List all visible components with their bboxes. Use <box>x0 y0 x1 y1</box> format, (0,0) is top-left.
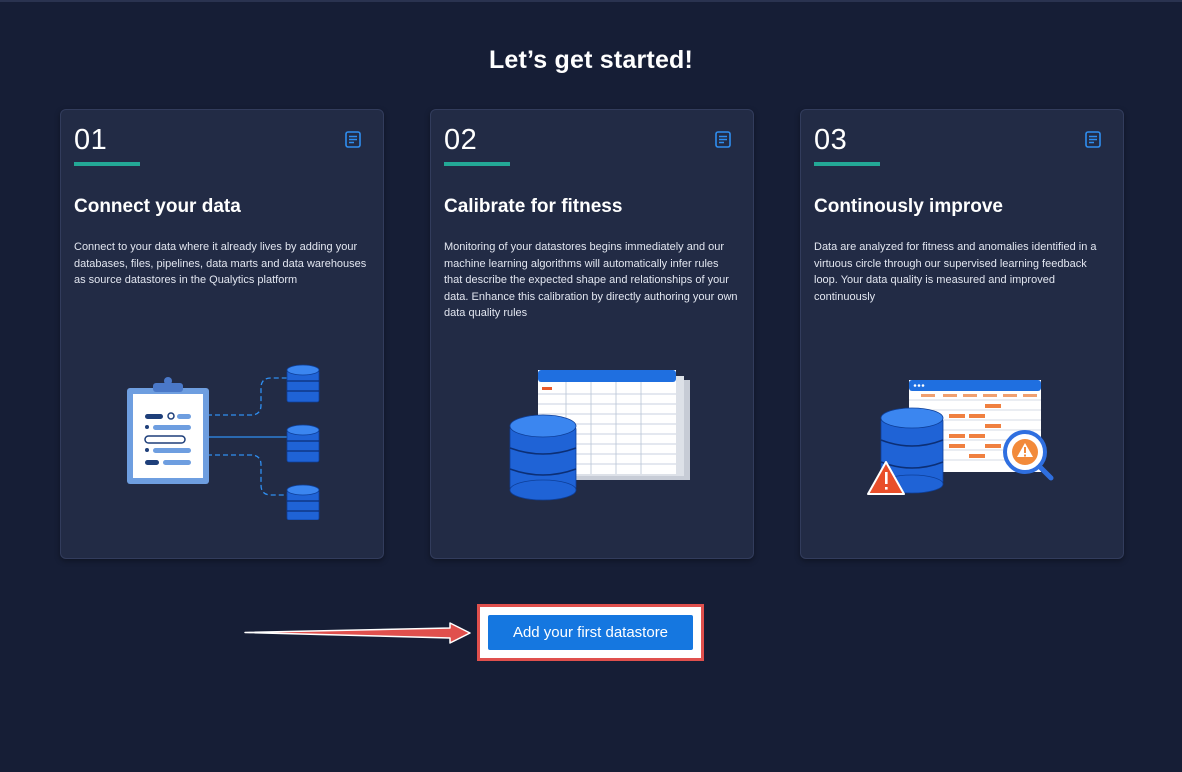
step-card-connect: 01 Connect your data Connect to your dat… <box>60 109 384 559</box>
step-heading: Connect your data <box>74 196 241 217</box>
step-heading: Continously improve <box>814 196 1003 217</box>
clipboard-databases-illustration <box>127 364 320 520</box>
step-card-improve: 03 Continously improve Data are analyzed… <box>800 109 1124 559</box>
page-title: Let’s get started! <box>488 46 694 74</box>
database-spreadsheet-illustration <box>509 370 690 501</box>
top-divider <box>0 0 1182 2</box>
step-description: Data are analyzed for fitness and anomal… <box>814 241 1097 303</box>
accent-bar <box>74 162 140 166</box>
cta-highlight-box: Add your first datastore <box>477 604 704 661</box>
step-card-calibrate: 02 Calibrate for fitness Monitoring of y… <box>430 109 754 559</box>
step-number: 01 <box>74 124 108 156</box>
add-first-datastore-button[interactable]: Add your first datastore <box>488 615 693 650</box>
document-icon[interactable] <box>715 131 731 148</box>
step-heading: Calibrate for fitness <box>444 196 623 217</box>
step-description: Monitoring of your datastores begins imm… <box>444 241 738 319</box>
accent-bar <box>814 162 880 166</box>
database-anomaly-illustration <box>867 380 1054 495</box>
accent-bar <box>444 162 510 166</box>
step-number: 02 <box>444 124 478 156</box>
document-icon[interactable] <box>1085 131 1101 148</box>
pointer-arrow-icon <box>244 622 471 644</box>
step-number: 03 <box>814 124 848 156</box>
step-description: Connect to your data where it already li… <box>74 241 367 286</box>
document-icon[interactable] <box>345 131 361 148</box>
